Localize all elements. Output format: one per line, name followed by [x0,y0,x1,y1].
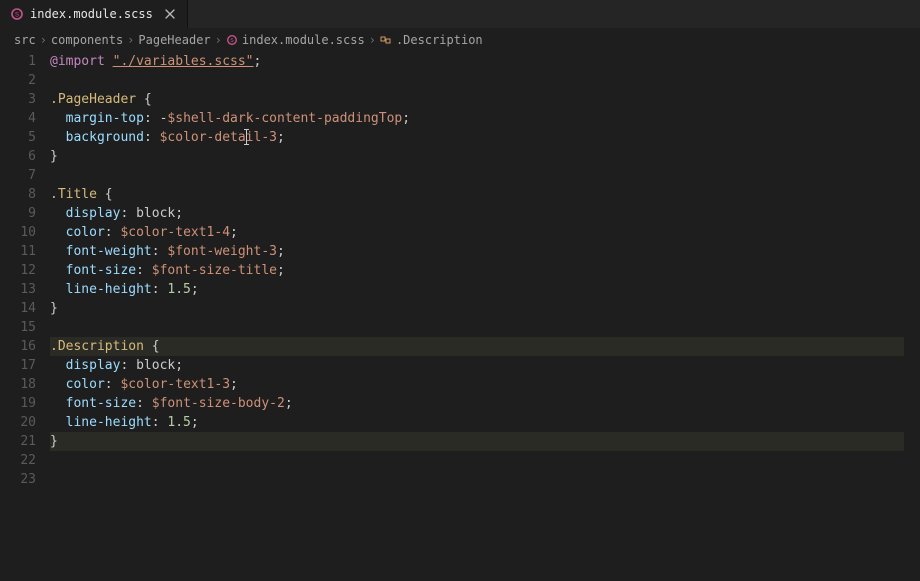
code-area[interactable]: @import "./variables.scss"; .PageHeader {… [50,52,920,581]
code-editor[interactable]: 1234567891011121314151617181920212223 @i… [0,52,920,581]
chevron-right-icon: › [127,33,134,47]
line-number: 21 [0,432,36,451]
line-number: 4 [0,109,36,128]
code-line[interactable]: } [50,147,920,166]
code-line[interactable]: line-height: 1.5; [50,280,920,299]
code-line[interactable]: font-size: $font-size-title; [50,261,920,280]
code-line[interactable]: color: $color-text1-4; [50,223,920,242]
line-number: 23 [0,470,36,489]
breadcrumb-item[interactable]: .Description [380,33,483,47]
scss-file-icon: S [10,7,24,21]
line-number: 15 [0,318,36,337]
svg-text:S: S [230,38,234,44]
code-line[interactable] [50,451,920,470]
line-number-gutter: 1234567891011121314151617181920212223 [0,52,50,581]
breadcrumb-item[interactable]: components [51,33,123,47]
code-line[interactable]: .Title { [50,185,920,204]
line-number: 5 [0,128,36,147]
line-number: 20 [0,413,36,432]
code-line[interactable]: display: block; [50,356,920,375]
tab-bar: S index.module.scss [0,0,920,28]
code-line[interactable]: display: block; [50,204,920,223]
code-line[interactable]: @import "./variables.scss"; [50,52,920,71]
breadcrumb-item[interactable]: src [14,33,36,47]
text-cursor [246,130,247,144]
code-line[interactable] [50,318,920,337]
minimap[interactable] [904,52,920,581]
code-line[interactable] [50,71,920,90]
line-number: 7 [0,166,36,185]
chevron-right-icon: › [215,33,222,47]
code-line[interactable] [50,166,920,185]
svg-text:S: S [15,13,19,19]
scss-file-icon: S [226,34,238,46]
line-number: 17 [0,356,36,375]
code-line[interactable]: color: $color-text1-3; [50,375,920,394]
line-number: 16 [0,337,36,356]
close-icon[interactable] [163,7,177,21]
line-number: 9 [0,204,36,223]
line-number: 6 [0,147,36,166]
line-number: 10 [0,223,36,242]
code-line[interactable]: background: $color-detail-3; [50,128,920,147]
editor-root: S index.module.scss src › components › P… [0,0,920,581]
line-number: 18 [0,375,36,394]
code-line[interactable]: } [50,432,920,451]
breadcrumb: src › components › PageHeader › S index.… [0,28,920,52]
line-number: 22 [0,451,36,470]
code-line[interactable]: line-height: 1.5; [50,413,920,432]
line-number: 3 [0,90,36,109]
tab-filename: index.module.scss [30,7,153,21]
line-number: 14 [0,299,36,318]
line-number: 8 [0,185,36,204]
tab-active[interactable]: S index.module.scss [0,0,188,28]
line-number: 1 [0,52,36,71]
line-number: 13 [0,280,36,299]
code-line[interactable]: .PageHeader { [50,90,920,109]
line-number: 11 [0,242,36,261]
code-line[interactable]: margin-top: -$shell-dark-content-padding… [50,109,920,128]
chevron-right-icon: › [369,33,376,47]
line-number: 12 [0,261,36,280]
code-line[interactable]: font-size: $font-size-body-2; [50,394,920,413]
symbol-class-icon [380,34,392,46]
code-line[interactable] [50,470,920,489]
line-number: 2 [0,71,36,90]
breadcrumb-item[interactable]: PageHeader [138,33,210,47]
breadcrumb-item[interactable]: S index.module.scss [226,33,365,47]
line-number: 19 [0,394,36,413]
code-line[interactable]: } [50,299,920,318]
code-line[interactable]: .Description { [50,337,920,356]
code-line[interactable]: font-weight: $font-weight-3; [50,242,920,261]
chevron-right-icon: › [40,33,47,47]
